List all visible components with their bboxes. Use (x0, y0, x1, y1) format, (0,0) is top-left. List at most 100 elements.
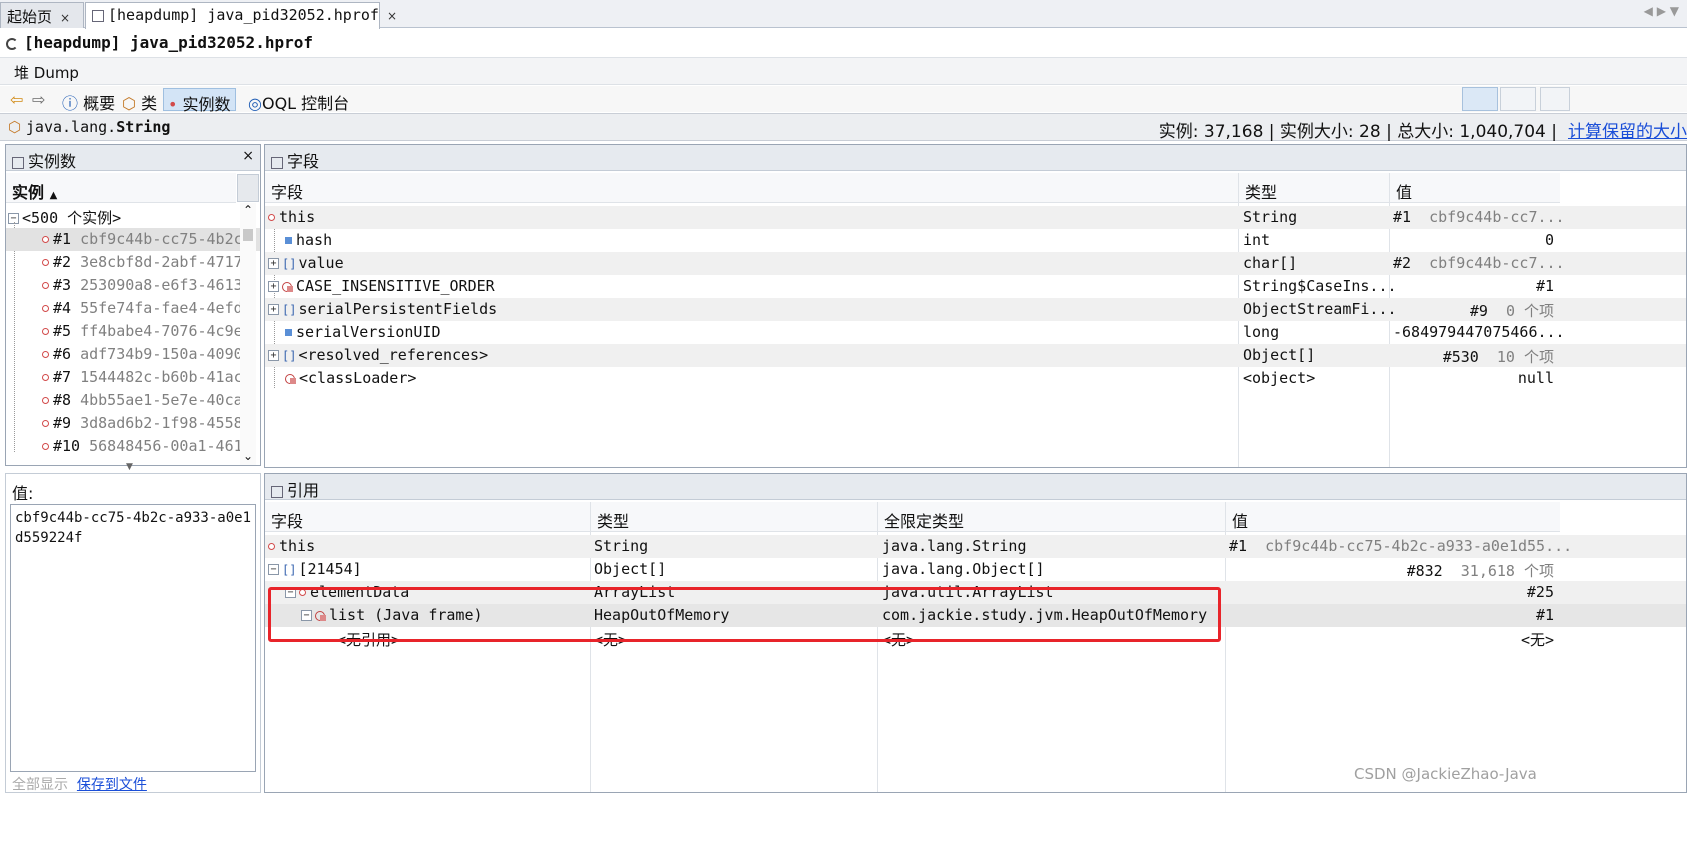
table-row[interactable]: <classLoader> <object> null (265, 367, 1686, 390)
save-to-file-link[interactable]: 保存到文件 (77, 777, 147, 793)
column-chooser-button[interactable] (237, 174, 259, 202)
info-icon: ⓘ (62, 94, 79, 113)
instance-icon (42, 259, 49, 266)
list-item[interactable]: #10 56848456-00a1-4612 (6, 435, 260, 458)
scrollbar-thumb[interactable] (243, 229, 253, 241)
classes-button[interactable]: ⬡ 类 (118, 88, 161, 113)
list-item[interactable]: #8 4bb55ae1-5e7e-40ca (6, 389, 260, 412)
classes-icon: ⬡ (122, 94, 136, 113)
expand-icon[interactable]: + (268, 304, 279, 315)
array-reference-icon: [] (282, 348, 297, 363)
view-toggle-button-1[interactable] (1462, 87, 1498, 111)
instances-panel: 实例数 × 实例 ▲ − <500 个实例> #1 cbf9c44b-cc75-4… (5, 144, 261, 466)
loading-icon (6, 37, 18, 50)
value-column-header[interactable]: 值 (1390, 173, 1560, 203)
class-package: java.lang. (25, 118, 117, 136)
field-column-header[interactable]: 字段 (265, 173, 1238, 203)
chevron-up-icon[interactable]: ⌃ (240, 203, 256, 217)
instance-dot-icon: • (168, 95, 178, 114)
expand-icon[interactable]: + (268, 258, 279, 269)
oql-label: OQL 控制台 (261, 94, 350, 113)
toolbar: ⇦ ⇨ ⓘ 概要 ⬡ 类 • 实例数 ◎OQL 控制台 (0, 86, 1687, 114)
references-panel-icon (271, 485, 283, 498)
table-row[interactable]: this String #1 cbf9c44b-cc7... (265, 206, 1686, 229)
classes-label: 类 (141, 94, 158, 113)
fq-type-column-header[interactable]: 全限定类型 (878, 502, 1225, 532)
value-text-area[interactable]: cbf9c44b-cc75-4b2c-a933-a0e1d559224f (10, 504, 256, 772)
tab-start-page[interactable]: 起始页 × (0, 2, 84, 28)
chevron-right-icon[interactable]: ▶ (1657, 4, 1666, 18)
table-row[interactable]: +[] serialPersistentFields ObjectStreamFi… (265, 298, 1686, 321)
list-item[interactable]: #5 ff4babe4-7076-4c9e (6, 320, 260, 343)
chevron-down-icon[interactable]: ▼ (1670, 4, 1679, 18)
document-title: [heapdump] java_pid32052.hprof (6, 33, 313, 52)
list-item[interactable]: #1 cbf9c44b-cc75-4b2c (6, 228, 260, 251)
instance-icon (42, 443, 49, 450)
primitive-field-icon (285, 237, 292, 244)
tab-heapdump[interactable]: [heapdump] java_pid32052.hprof × (85, 2, 397, 29)
sort-ascending-icon: ▲ (49, 190, 58, 201)
list-item[interactable]: #2 3e8cbf8d-2abf-4717 (6, 251, 260, 274)
type-column-header[interactable]: 类型 (591, 502, 877, 532)
class-name: ⬡ java.lang.String (8, 118, 170, 136)
instance-icon (42, 236, 49, 243)
list-item[interactable]: #9 3d8ad6b2-1f98-4558 (6, 412, 260, 435)
tab-label: 起始页 (7, 8, 53, 26)
value-panel: 值: cbf9c44b-cc75-4b2c-a933-a0e1d559224f … (5, 473, 261, 793)
instance-icon (42, 397, 49, 404)
primitive-field-icon (285, 329, 292, 336)
table-row[interactable]: −[] [21454] Object[] java.lang.Object[] #… (265, 558, 1686, 581)
forward-arrow-icon[interactable]: ⇨ (28, 88, 49, 111)
class-simple-name: String (116, 118, 171, 136)
static-field-icon (285, 373, 297, 385)
class-info-bar: ⬡ java.lang.String 实例: 37,168 | 实例大小: 28… (0, 113, 1687, 142)
instance-group-label: <500 个实例> (22, 209, 122, 227)
view-toggle-button-3[interactable] (1540, 87, 1570, 111)
heapdump-tab-icon (92, 9, 104, 22)
calc-retained-size-link[interactable]: 计算保留的大小 (1568, 117, 1687, 142)
instances-scrollbar[interactable]: ⌃ ⌄ (240, 203, 256, 465)
close-icon[interactable]: × (60, 11, 70, 25)
table-row[interactable]: hash int 0 (265, 229, 1686, 252)
instance-group-row[interactable]: − <500 个实例> (6, 205, 260, 228)
collapse-icon[interactable]: − (268, 564, 279, 575)
list-item[interactable]: #7 1544482c-b60b-41ac (6, 366, 260, 389)
overview-button[interactable]: ⓘ 概要 (58, 88, 119, 113)
oql-console-button[interactable]: ◎OQL 控制台 (244, 88, 353, 113)
fields-panel-header: 字段 (265, 145, 1686, 171)
field-column-header[interactable]: 字段 (265, 502, 590, 532)
instance-icon (42, 328, 49, 335)
oql-icon: ◎ (248, 94, 262, 113)
table-row[interactable]: +[] value char[] #2 cbf9c44b-cc7... (265, 252, 1686, 275)
value-column-header[interactable]: 值 (1226, 502, 1560, 532)
expand-icon[interactable]: + (268, 281, 279, 292)
static-field-icon (282, 281, 294, 293)
instances-button[interactable]: • 实例数 (163, 88, 236, 114)
table-row[interactable]: serialVersionUID long -684979447075466..… (265, 321, 1686, 344)
instance-icon (42, 305, 49, 312)
list-item[interactable]: #3 253090a8-e6f3-4613 (6, 274, 260, 297)
table-row[interactable]: +[] <resolved_references> Object[] #530 1… (265, 344, 1686, 367)
references-panel-header: 引用 (265, 474, 1686, 500)
chevron-left-icon[interactable]: ◀ (1644, 4, 1653, 18)
array-reference-icon: [] (282, 562, 297, 577)
table-row[interactable]: this String java.lang.String #1 cbf9c44b… (265, 535, 1686, 558)
close-icon[interactable]: × (387, 9, 397, 23)
tab-scroll-arrows[interactable]: ◀ ▶ ▼ (1644, 4, 1679, 18)
close-icon[interactable]: × (242, 148, 254, 164)
list-item[interactable]: #4 55fe74fa-fae4-4efd (6, 297, 260, 320)
chevron-down-icon[interactable]: ⌄ (240, 449, 256, 463)
type-column-header[interactable]: 类型 (1239, 173, 1389, 203)
list-item[interactable]: #6 adf734b9-150a-4090 (6, 343, 260, 366)
highlight-annotation-box (268, 587, 1221, 642)
fields-panel-title: 字段 (287, 152, 320, 171)
show-all-link[interactable]: 全部显示 (12, 777, 68, 793)
fields-panel-icon (271, 156, 283, 169)
instance-column-header[interactable]: 实例 ▲ (6, 173, 236, 203)
back-arrow-icon[interactable]: ⇦ (6, 88, 27, 111)
expand-icon[interactable]: + (268, 350, 279, 361)
array-reference-icon: [] (282, 256, 297, 271)
view-toggle-button-2[interactable] (1500, 87, 1536, 111)
splitter-handle-icon[interactable]: ▼ (126, 462, 133, 472)
table-row[interactable]: + CASE_INSENSITIVE_ORDER String$CaseIns..… (265, 275, 1686, 298)
